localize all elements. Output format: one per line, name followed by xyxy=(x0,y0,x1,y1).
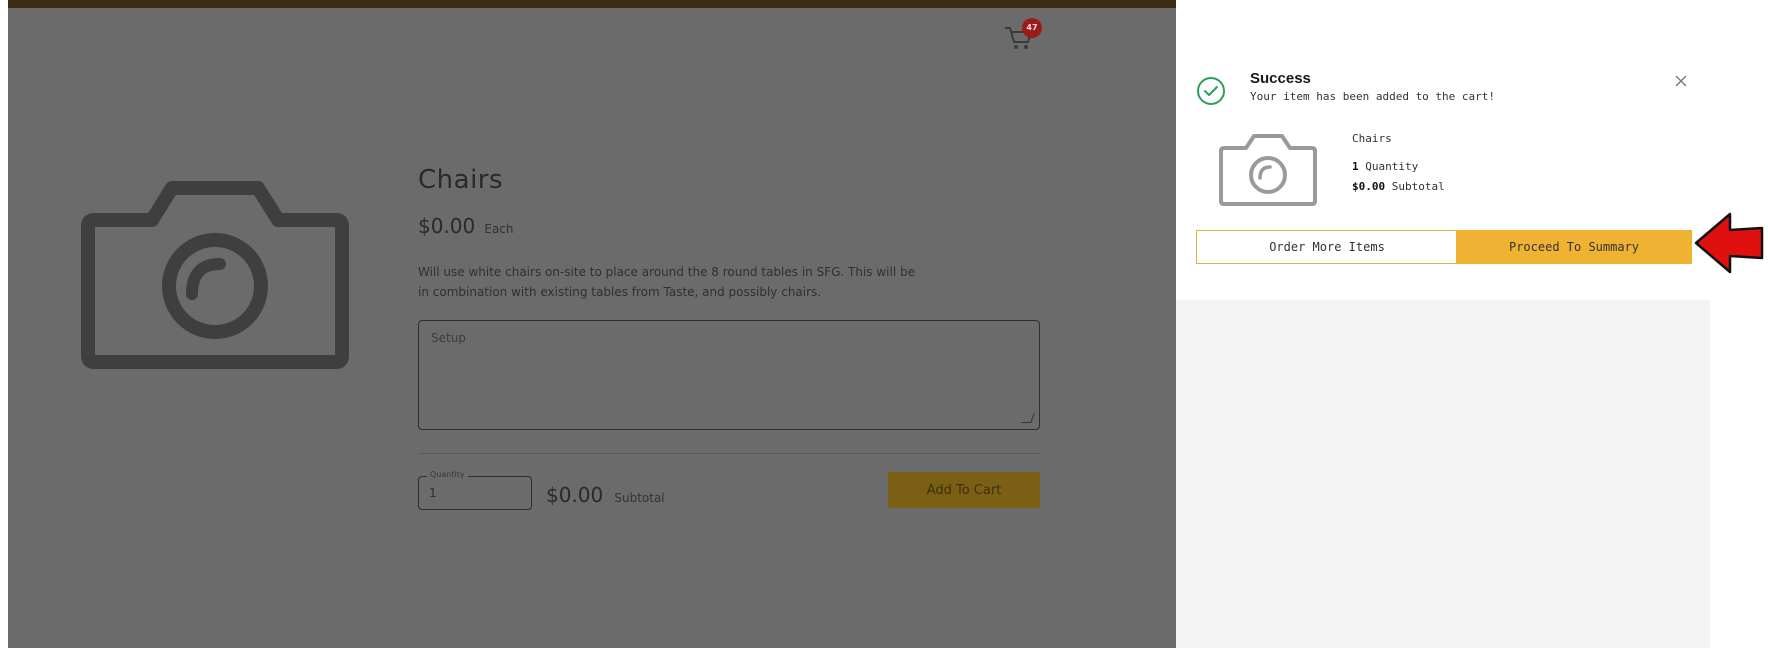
camera-icon xyxy=(1219,134,1317,206)
divider xyxy=(418,453,1040,454)
add-to-cart-button[interactable]: Add To Cart xyxy=(888,472,1040,508)
subtotal-value: $0.00 xyxy=(546,483,604,507)
toast-quantity-value: 1 xyxy=(1352,160,1359,173)
price-line: $0.00 Each xyxy=(418,214,514,238)
setup-placeholder: Setup xyxy=(431,331,466,345)
description-line-1: Will use white chairs on-site to place a… xyxy=(418,265,915,279)
resize-handle-icon[interactable] xyxy=(1021,413,1035,423)
subtotal-label: Subtotal xyxy=(614,491,665,505)
success-title: Success xyxy=(1250,70,1311,87)
check-circle-icon xyxy=(1197,77,1225,105)
toast-item-subtotal: $0.00 Subtotal xyxy=(1352,180,1445,193)
toast-item-quantity: 1 Quantity xyxy=(1352,160,1418,173)
toast-subtotal-label: Subtotal xyxy=(1391,180,1445,193)
quantity-value: 1 xyxy=(429,486,437,500)
setup-textarea[interactable]: Setup xyxy=(418,320,1040,430)
product-page-overlay[interactable]: 47 Chairs $0.00 Each Will use white chai… xyxy=(8,0,1176,648)
cart-side-panel: Success Your item has been added to the … xyxy=(1176,0,1710,648)
toast-item-name: Chairs xyxy=(1352,132,1392,145)
toast-subtotal-value: $0.00 xyxy=(1352,180,1386,193)
page: 47 Chairs $0.00 Each Will use white chai… xyxy=(0,0,1768,648)
success-message: Your item has been added to the cart! xyxy=(1250,90,1496,103)
quantity-input[interactable]: Quantity 1 xyxy=(418,470,532,510)
description-line-2: in combination with existing tables from… xyxy=(418,285,822,299)
close-icon[interactable] xyxy=(1674,74,1688,88)
order-more-items-button[interactable]: Order More Items xyxy=(1196,230,1458,264)
quantity-label: Quantity xyxy=(427,470,468,479)
price-unit: Each xyxy=(484,222,514,236)
price-value: $0.00 xyxy=(418,214,476,238)
top-brand-strip xyxy=(8,0,1176,8)
success-toast: Success Your item has been added to the … xyxy=(1176,0,1710,300)
camera-icon xyxy=(81,181,349,369)
proceed-to-summary-button[interactable]: Proceed To Summary xyxy=(1456,230,1692,264)
cart-count-badge: 47 xyxy=(1022,18,1042,38)
subtotal-line: $0.00 Subtotal xyxy=(546,483,665,507)
product-title: Chairs xyxy=(418,165,504,195)
product-description: Will use white chairs on-site to place a… xyxy=(418,262,1038,302)
toast-quantity-label: Quantity xyxy=(1365,160,1419,173)
red-arrow-icon xyxy=(1694,212,1764,274)
